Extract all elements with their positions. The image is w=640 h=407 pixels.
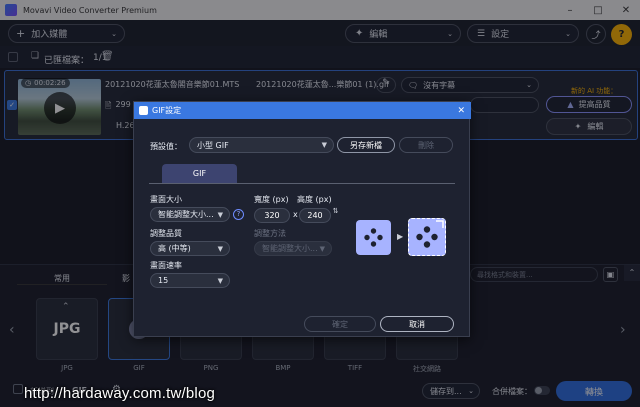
delete-preset-button[interactable]: 刪除 xyxy=(399,137,453,153)
resize-method-label: 調整方法 xyxy=(254,229,286,238)
gif-settings-dialog: GIF設定 ✕ 預設值： 小型 GIF ▼ 另存新檔 刪除 GIF 畫面大小 智… xyxy=(133,101,471,337)
frame-size-label: 畫面大小 xyxy=(150,195,182,204)
chevron-down-icon: ▼ xyxy=(321,141,327,149)
tab-divider xyxy=(149,183,455,184)
frame-rate-value: 15 xyxy=(158,276,169,285)
dimension-separator: x xyxy=(293,210,298,219)
source-frame-icon xyxy=(356,220,391,255)
preset-select[interactable]: 小型 GIF ▼ xyxy=(189,137,334,153)
dialog-title: GIF設定 xyxy=(152,106,182,115)
tab-gif[interactable]: GIF xyxy=(162,164,237,183)
dialog-titlebar: GIF設定 ✕ xyxy=(134,102,471,119)
quality-value: 高 (中等) xyxy=(158,244,191,253)
info-help-icon[interactable]: ? xyxy=(233,209,244,220)
chevron-down-icon: ▼ xyxy=(319,244,325,253)
arrow-right-icon: ▶ xyxy=(397,232,404,241)
chevron-down-icon: ▼ xyxy=(217,210,223,219)
frame-rate-label: 畫面速率 xyxy=(150,261,182,270)
aspect-lock-icon[interactable]: ⇅ xyxy=(332,208,339,223)
resized-frame-icon xyxy=(408,218,446,256)
dialog-app-icon xyxy=(139,106,148,115)
cancel-button[interactable]: 取消 xyxy=(380,316,454,332)
dialog-close-icon[interactable]: ✕ xyxy=(457,106,465,116)
chevron-down-icon: ▼ xyxy=(217,276,223,285)
resize-method-value: 智能調整大小... xyxy=(262,244,318,253)
width-input[interactable]: 320 xyxy=(254,208,290,223)
quality-select[interactable]: 高 (中等) ▼ xyxy=(150,241,230,256)
frame-rate-select[interactable]: 15 ▼ xyxy=(150,273,230,288)
watermark-text: http://hardaway.com.tw/blog xyxy=(24,385,216,402)
resize-method-select[interactable]: 智能調整大小... ▼ xyxy=(254,241,332,256)
width-label: 寬度 (px) xyxy=(254,195,289,204)
preset-value: 小型 GIF xyxy=(197,140,229,150)
frame-size-select[interactable]: 智能調整大小... ▼ xyxy=(150,207,230,222)
save-new-preset-button[interactable]: 另存新檔 xyxy=(337,137,395,153)
chevron-down-icon: ▼ xyxy=(217,244,223,253)
height-label: 高度 (px) xyxy=(297,195,332,204)
quality-label: 調整品質 xyxy=(150,229,182,238)
preset-label: 預設值： xyxy=(150,142,182,151)
height-input[interactable]: 240 xyxy=(299,208,331,223)
frame-size-value: 智能調整大小... xyxy=(158,210,214,219)
ok-button[interactable]: 確定 xyxy=(304,316,376,332)
